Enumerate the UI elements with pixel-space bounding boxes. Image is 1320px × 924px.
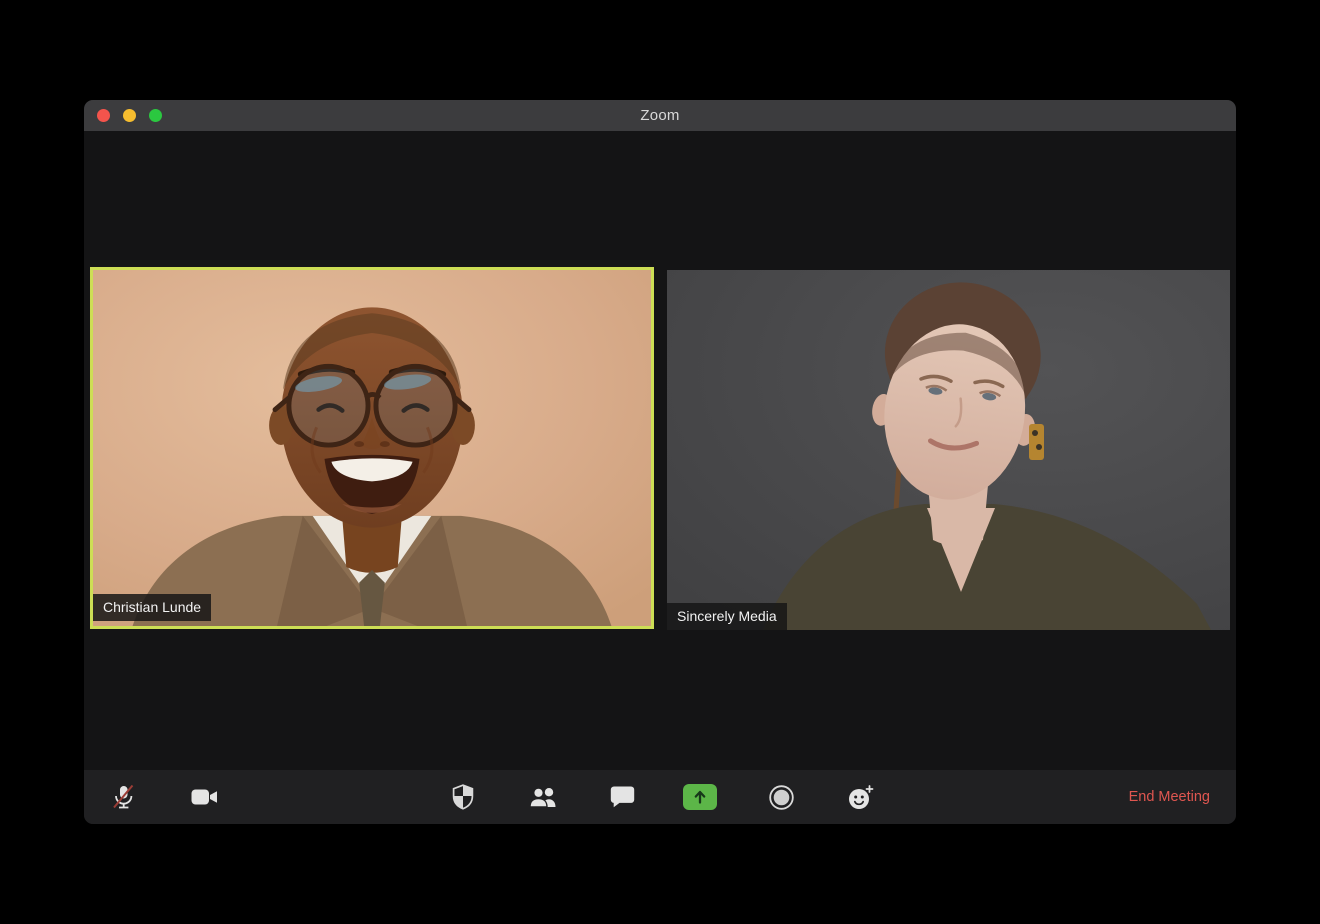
security-button[interactable] xyxy=(441,770,485,824)
desktop-background: Zoom Christian Lunde Sincerely Media End… xyxy=(0,0,1320,924)
share-screen-pill xyxy=(683,784,717,810)
participants-icon xyxy=(528,786,555,808)
titlebar[interactable]: Zoom xyxy=(84,100,1236,131)
mute-button[interactable] xyxy=(101,770,145,824)
minimize-button[interactable] xyxy=(123,109,136,122)
chat-bubble-icon xyxy=(610,786,634,808)
window-controls xyxy=(97,109,162,122)
participant-name-label: Christian Lunde xyxy=(93,594,212,621)
close-button[interactable] xyxy=(97,109,110,122)
participant-name-label: Sincerely Media xyxy=(667,603,787,630)
record-circle-icon xyxy=(768,784,794,810)
shield-icon xyxy=(452,784,474,810)
start-video-button[interactable] xyxy=(182,770,226,824)
microphone-muted-icon xyxy=(112,784,133,808)
video-tile-christian-lunde[interactable]: Christian Lunde xyxy=(90,267,654,629)
meeting-toolbar: End Meeting xyxy=(84,770,1236,824)
fullscreen-button[interactable] xyxy=(149,109,162,122)
share-screen-up-arrow-icon xyxy=(694,790,706,804)
video-tile-sincerely-media[interactable]: Sincerely Media xyxy=(667,270,1230,630)
record-button[interactable] xyxy=(759,770,803,824)
share-screen-button[interactable] xyxy=(678,770,722,824)
participant-video-christian-lunde xyxy=(93,270,651,626)
window-title: Zoom xyxy=(640,107,680,124)
end-meeting-button[interactable]: End Meeting xyxy=(1113,770,1226,824)
reactions-button[interactable] xyxy=(838,770,882,824)
meeting-area: Christian Lunde Sincerely Media xyxy=(84,131,1236,770)
chat-button[interactable] xyxy=(600,770,644,824)
video-camera-icon xyxy=(191,789,217,805)
smiley-plus-icon xyxy=(848,784,873,809)
zoom-app-window: Zoom Christian Lunde Sincerely Media End… xyxy=(84,100,1236,824)
participant-video-sincerely-media xyxy=(667,270,1230,630)
participants-button[interactable] xyxy=(521,770,565,824)
